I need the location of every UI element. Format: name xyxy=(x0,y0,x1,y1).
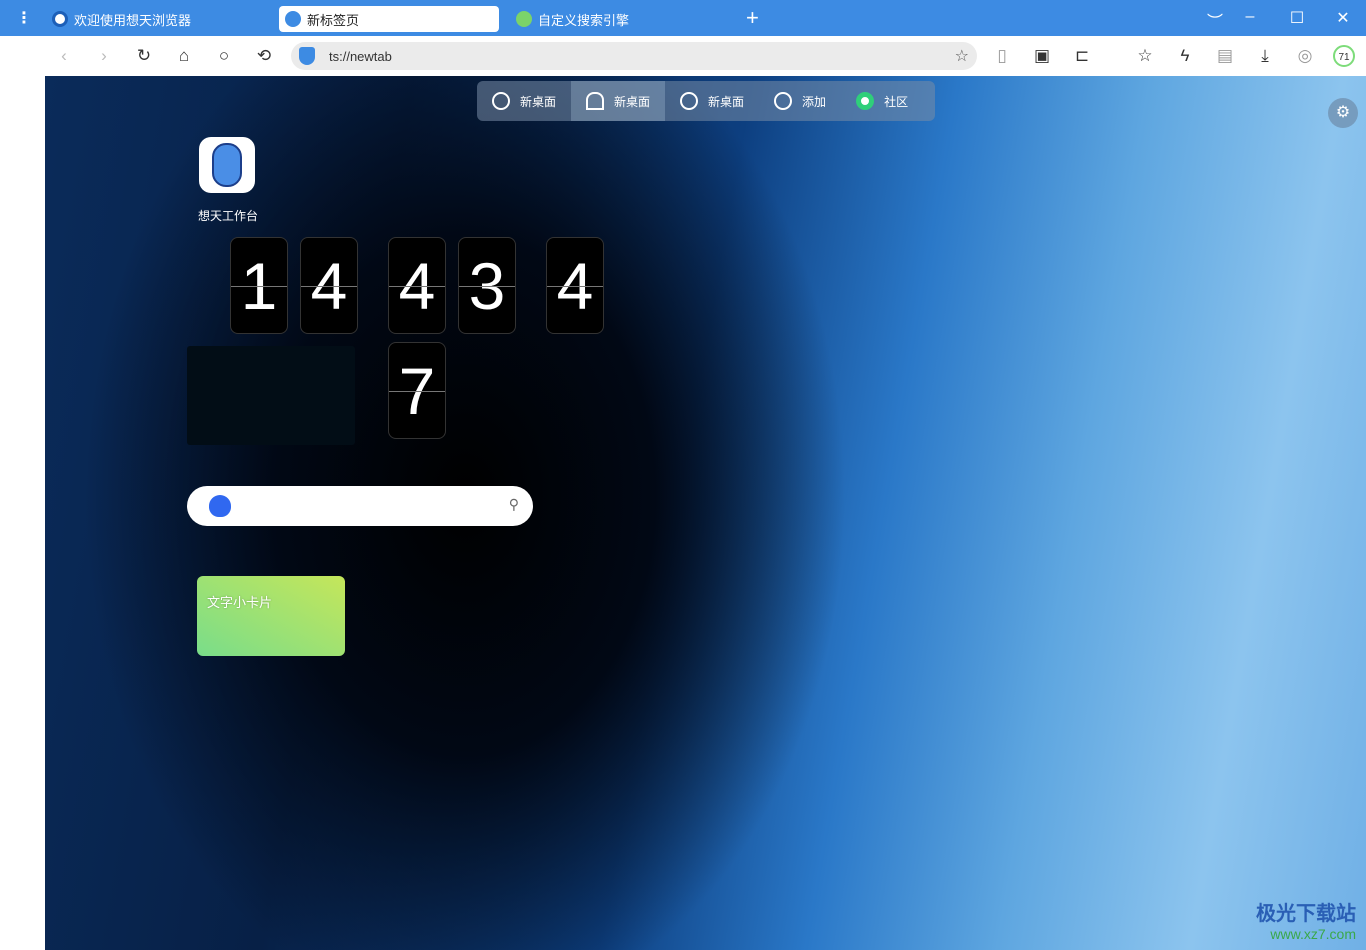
tab-label: 自定义搜索引擎 xyxy=(538,12,630,28)
shield-icon xyxy=(299,47,315,65)
clock-digit: 4 xyxy=(300,237,358,334)
watermark: 极光下载站 www.xz7.com xyxy=(1256,897,1356,942)
tab-search-engine[interactable]: 自定义搜索引擎 xyxy=(510,6,635,32)
card-label: 文字小卡片 xyxy=(207,595,273,610)
compass-icon xyxy=(680,92,699,110)
tablet-icon[interactable]: ▯ xyxy=(991,45,1013,67)
desktop-nav: 新桌面 新桌面 新桌面 添加 社区 xyxy=(477,81,935,121)
close-button[interactable]: ✕ xyxy=(1333,8,1353,28)
clock-digit: 1 xyxy=(230,237,288,334)
watermark-name: 极光下载站 xyxy=(1256,903,1356,925)
home-button[interactable]: ⌂ xyxy=(173,45,195,67)
url-text: ts://newtab xyxy=(329,49,392,64)
leaf-icon xyxy=(516,11,532,27)
toolbar: ‹ › ↻ ⌂ ○ ⟲ ts://newtab ☆ ▯ ▣ ⊏ ☆ ϟ ▤ ⤓ … xyxy=(0,36,1366,76)
nav-label: 新桌面 xyxy=(520,94,557,109)
nav-add[interactable]: 添加 xyxy=(759,81,841,121)
watermark-url: www.xz7.com xyxy=(1270,926,1356,942)
forward-button[interactable]: › xyxy=(93,45,115,67)
lightbulb-icon xyxy=(492,92,510,110)
minimize-button[interactable]: – xyxy=(1240,8,1260,26)
clock-digit: 4 xyxy=(388,237,446,334)
nav-desktop-3[interactable]: 新桌面 xyxy=(665,81,759,121)
download-icon[interactable]: ⤓ xyxy=(1254,45,1276,67)
tab-label: 新标签页 xyxy=(307,12,360,28)
browser-logo-icon xyxy=(52,11,68,27)
search-icon[interactable]: ⚲ xyxy=(509,496,519,513)
app-workbench[interactable] xyxy=(199,137,255,193)
favorites-icon[interactable]: ☆ xyxy=(1134,45,1156,67)
reload-button[interactable]: ↻ xyxy=(133,45,155,67)
settings-gear-icon[interactable]: ⚙ xyxy=(1328,98,1358,128)
nav-label: 新桌面 xyxy=(614,94,651,109)
back-button[interactable]: ‹ xyxy=(53,45,75,67)
address-bar[interactable]: ts://newtab ☆ xyxy=(291,42,977,70)
score-badge[interactable]: 71 xyxy=(1333,45,1355,67)
hi-icon xyxy=(285,11,301,27)
alien-logo-icon xyxy=(212,143,242,187)
flash-chat-icon[interactable]: ϟ xyxy=(1174,45,1196,67)
document-icon[interactable]: ▤ xyxy=(1214,45,1236,67)
menu-icon[interactable]: ⋮ xyxy=(16,8,32,28)
nav-label: 社区 xyxy=(884,94,909,109)
plus-circle-icon xyxy=(774,92,793,110)
collection-icon[interactable]: ⊏ xyxy=(1071,45,1093,67)
clock-digit: 4 xyxy=(546,237,604,334)
search-box[interactable]: ⚲ xyxy=(187,486,533,526)
nav-desktop-1[interactable]: 新桌面 xyxy=(477,81,571,121)
maximize-button[interactable]: ☐ xyxy=(1287,8,1307,28)
new-tab-button[interactable]: + xyxy=(746,5,759,31)
clock-digit: 7 xyxy=(388,342,446,439)
terminal-icon[interactable]: ▣ xyxy=(1031,45,1053,67)
tab-welcome[interactable]: 欢迎使用想天浏览器 xyxy=(46,6,197,32)
tab-bar: ⋮ 欢迎使用想天浏览器 新标签页 自定义搜索引擎 + ︶ – ☐ ✕ xyxy=(0,0,1366,36)
community-icon xyxy=(856,92,875,110)
empty-widget xyxy=(187,346,355,445)
clock-digit: 3 xyxy=(458,237,516,334)
nav-desktop-2[interactable]: 新桌面 xyxy=(571,81,666,121)
tab-newtab[interactable]: 新标签页 xyxy=(279,6,499,32)
tab-label: 欢迎使用想天浏览器 xyxy=(74,12,192,28)
nav-label: 新桌面 xyxy=(708,94,745,109)
baidu-icon xyxy=(209,495,231,517)
alarm-icon xyxy=(586,92,605,110)
history-button[interactable]: ⟲ xyxy=(253,45,275,67)
nav-community[interactable]: 社区 xyxy=(841,81,923,121)
text-card[interactable]: 文字小卡片 xyxy=(197,576,345,656)
bookmark-star-icon[interactable]: ☆ xyxy=(955,46,969,66)
nav-label: 添加 xyxy=(802,94,827,109)
password-icon[interactable]: ◎ xyxy=(1294,45,1316,67)
search-button[interactable]: ○ xyxy=(213,45,235,67)
eye-closed-icon[interactable]: ︶ xyxy=(1205,8,1225,32)
app-label: 想天工作台 xyxy=(198,209,259,223)
newtab-page: 新桌面 新桌面 新桌面 添加 社区 ⚙ 想天工作台 1 4 4 3 4 7 ⚲ … xyxy=(45,76,1366,950)
